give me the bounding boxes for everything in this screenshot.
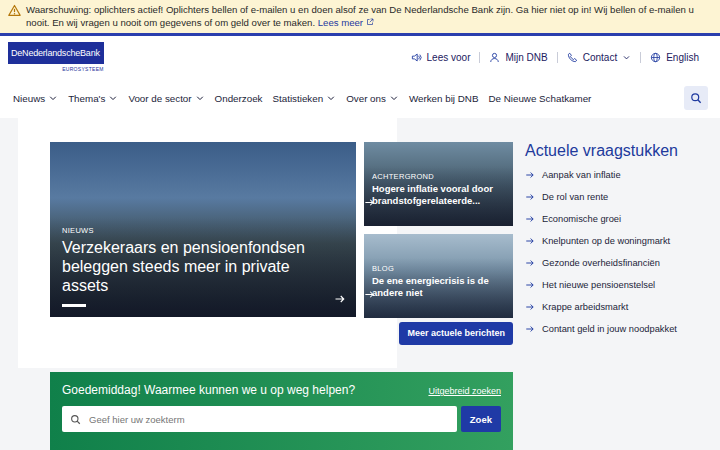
search-icon — [70, 414, 81, 425]
advanced-search-link[interactable]: Uitgebreid zoeken — [428, 386, 501, 396]
arrow-right-icon — [364, 289, 375, 300]
search-input[interactable] — [87, 413, 449, 426]
external-link-icon — [366, 18, 374, 26]
site-header: DeNederlandscheBankEUROSYSTEEM Lees voorM… — [0, 36, 720, 78]
search-button[interactable] — [684, 86, 708, 110]
nav-item[interactable]: Thema's — [68, 93, 118, 104]
topic-link[interactable]: Contant geld in jouw noodpakket — [525, 318, 711, 340]
topic-link[interactable]: Economische groei — [525, 208, 711, 230]
arrow-right-icon — [525, 214, 535, 224]
utility-links: Lees voorMijn DNBContactEnglish — [402, 52, 708, 63]
arrow-right-icon — [334, 293, 346, 305]
arrow-right-icon — [525, 236, 535, 246]
carousel-indicators — [62, 304, 344, 307]
main-nav: Nieuws Thema's Voor de sector Onderzoek Stat… — [13, 93, 591, 104]
nav-item[interactable]: Statistieken — [273, 93, 337, 104]
utility-link[interactable]: Contact — [557, 52, 640, 63]
warning-text: Waarschuwing: oplichters actief! Oplicht… — [26, 3, 712, 29]
dnb-logo[interactable]: DeNederlandscheBankEUROSYSTEEM — [8, 42, 104, 72]
chevron-down-icon — [622, 53, 631, 62]
chevron-down-icon — [195, 93, 205, 103]
arrow-right-icon — [525, 324, 535, 334]
main-content: NIEUWSVerzekeraars en pensioenfondsen be… — [0, 118, 720, 450]
hero-news[interactable]: NIEUWSVerzekeraars en pensioenfondsen be… — [50, 142, 356, 317]
nav-item[interactable]: Over ons — [346, 93, 399, 104]
utility-link[interactable]: English — [640, 52, 708, 63]
nav-bar: Nieuws Thema's Voor de sector Onderzoek Stat… — [0, 78, 720, 118]
arrow-right-icon — [525, 258, 535, 268]
speaker-icon — [411, 52, 422, 63]
search-submit-button[interactable]: Zoek — [461, 406, 501, 432]
search-icon — [690, 92, 702, 104]
topics-panel: Actuele vraagstukkenAanpak van inflatieD… — [525, 142, 711, 340]
topic-link[interactable]: Aanpak van inflatie — [525, 164, 711, 186]
read-more-link[interactable]: Lees meer — [318, 17, 374, 28]
topic-link[interactable]: Het nieuwe pensioenstelsel — [525, 274, 711, 296]
arrow-right-icon — [525, 170, 535, 180]
arrow-right-icon — [364, 197, 375, 208]
warning-icon — [8, 4, 21, 17]
greeting: Goedemiddag! Waarmee kunnen we u op weg … — [62, 383, 355, 397]
topic-link[interactable]: De rol van rente — [525, 186, 711, 208]
nav-item[interactable]: Onderzoek — [215, 93, 263, 104]
search-panel: Goedemiddag! Waarmee kunnen we u op weg … — [50, 372, 513, 450]
arrow-right-icon — [525, 280, 535, 290]
nav-item[interactable]: Voor de sector — [128, 93, 204, 104]
nav-item[interactable]: De Nieuwe Schatkamer — [488, 93, 591, 104]
chevron-down-icon — [389, 93, 399, 103]
phone-icon — [567, 52, 578, 63]
chevron-down-icon — [326, 93, 336, 103]
arrow-right-icon — [525, 302, 535, 312]
more-news-button[interactable]: Meer actuele berichten — [399, 322, 513, 345]
globe-icon — [650, 52, 661, 63]
nav-item[interactable]: Nieuws — [13, 93, 58, 104]
news-card[interactable]: ACHTERGRONDHogere inflatie vooral door b… — [364, 142, 513, 226]
topic-link[interactable]: Knelpunten op de woningmarkt — [525, 230, 711, 252]
topic-link[interactable]: Gezonde overheidsfinanciën — [525, 252, 711, 274]
topic-link[interactable]: Krappe arbeidsmarkt — [525, 296, 711, 318]
search-field[interactable] — [62, 406, 457, 432]
carousel-dot[interactable] — [62, 304, 86, 307]
news-card[interactable]: BLOGDe ene energiecrisis is de andere ni… — [364, 234, 513, 318]
arrow-right-icon — [525, 192, 535, 202]
chevron-down-icon — [48, 93, 58, 103]
warning-banner: Waarschuwing: oplichters actief! Oplicht… — [0, 0, 720, 36]
utility-link[interactable]: Lees voor — [402, 52, 480, 63]
chevron-down-icon — [108, 93, 118, 103]
person-icon — [489, 52, 500, 63]
utility-link[interactable]: Mijn DNB — [479, 52, 556, 63]
nav-item[interactable]: Werken bij DNB — [409, 93, 479, 104]
